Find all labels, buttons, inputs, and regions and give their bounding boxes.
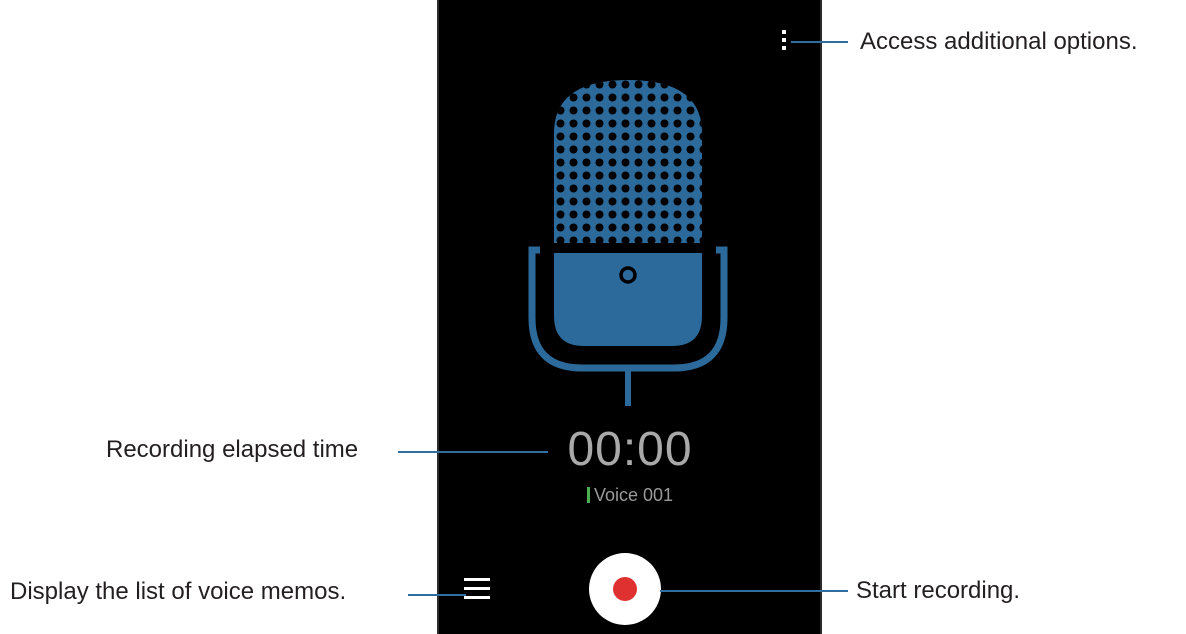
microphone-icon [528,80,728,406]
callout-line-list [408,594,466,596]
recording-file-name: Voice 001 [560,485,700,506]
callout-options: Access additional options. [860,28,1138,55]
record-dot-icon [613,577,637,601]
file-marker-icon [586,487,590,503]
callout-record: Start recording. [856,577,1021,604]
callout-line-options [791,41,848,43]
callout-list: Display the list of voice memos. [10,578,347,605]
elapsed-time: 00:00 [567,423,693,476]
callout-elapsed: Recording elapsed time [106,436,359,463]
callout-line-record [660,590,848,592]
callout-line-elapsed [398,451,548,453]
hamburger-list-icon[interactable] [464,578,492,600]
more-options-icon[interactable] [780,30,788,54]
record-button[interactable] [589,553,661,625]
file-name-label: Voice 001 [593,485,674,505]
